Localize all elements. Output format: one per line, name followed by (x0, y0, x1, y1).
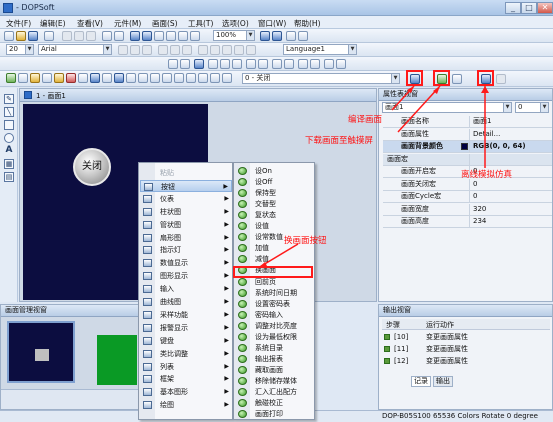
offline-sim-arrowhead (481, 86, 489, 93)
annotation-change-screen: 换画面按钮 (284, 236, 327, 246)
annotation-compile: 编译画面 (348, 115, 383, 125)
annotation-arrows (257, 85, 489, 269)
annotation-download: 下载画面至触摸屏 (305, 136, 374, 146)
annotation-offline-sim: 离线模拟仿真 (461, 170, 513, 180)
download-arrow (397, 85, 441, 133)
